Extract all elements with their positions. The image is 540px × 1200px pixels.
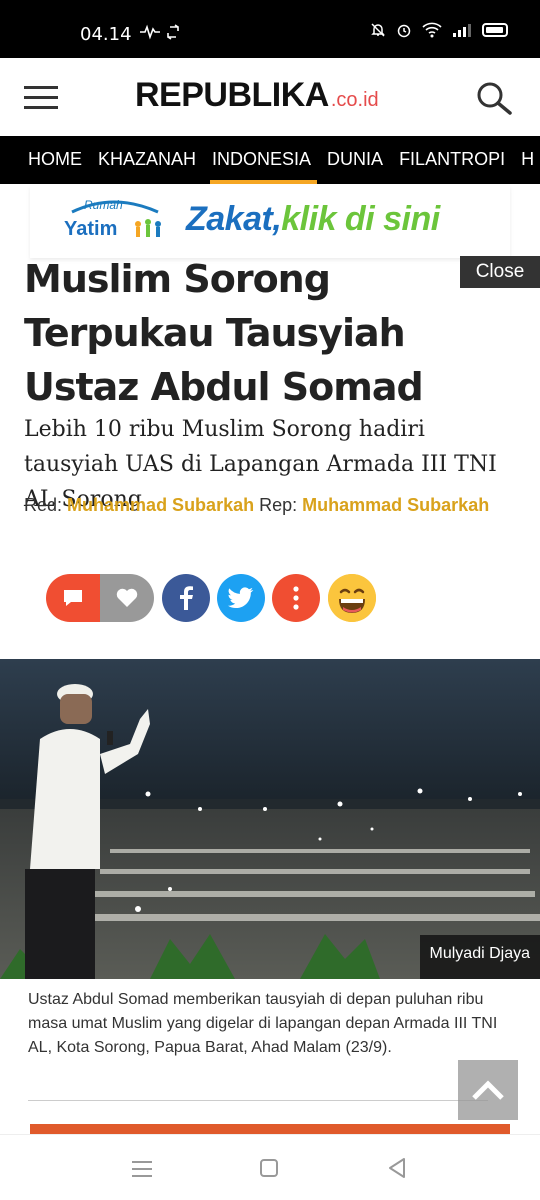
divider [28,1100,488,1101]
scroll-to-top-button[interactable] [458,1060,518,1120]
home-icon[interactable] [260,1159,278,1177]
photo-caption: Ustaz Abdul Somad memberikan tausyiah di… [28,991,498,1056]
bell-off-icon [371,23,385,37]
ad-banner[interactable]: Rumah Yatim Zakat,klik di sini [30,186,510,258]
twitter-icon [228,587,254,609]
article-title: Muslim Sorong Terpukau Tausyiah Ustaz Ab… [24,257,424,409]
recent-apps-icon[interactable] [132,1161,152,1182]
ad-text: Zakat,klik di sini [186,200,440,239]
emoji-icon [328,574,376,622]
rep-name[interactable]: Muhammad Subarkah [302,495,489,515]
nav-item-khazanah[interactable]: KHAZANAH [90,136,204,184]
heart-icon [116,588,138,607]
reaction-button[interactable] [328,574,376,622]
status-time: 04.14 [80,24,132,45]
status-bar: 04.14 [0,0,540,58]
ad-text-zakat: Zakat, [186,200,282,238]
comment-button[interactable] [46,574,100,622]
ad-logo-main: Yatim [64,218,118,240]
nav-item-home[interactable]: HOME [0,136,90,184]
twitter-share-button[interactable] [217,574,265,622]
more-share-button[interactable] [272,574,320,622]
photo-image [0,659,540,979]
logo-tld: .co.id [330,89,379,111]
ad-logo: Rumah Yatim [62,194,166,250]
facebook-share-button[interactable] [162,574,210,622]
back-icon[interactable] [386,1157,408,1179]
photo-credit: Mulyadi Djaya [419,935,540,979]
ad-logo-top: Rumah [84,198,123,212]
alarm-icon [397,24,411,38]
system-nav-bar [0,1134,540,1200]
more-icon [293,586,299,610]
comment-icon [64,590,82,606]
article-photo[interactable]: Mulyadi Djaya [0,659,540,979]
signal-icon [453,24,471,37]
facebook-icon [180,586,193,610]
search-icon[interactable] [474,80,514,116]
battery-icon [482,23,508,37]
like-button[interactable] [100,574,154,622]
rep-label: Rep: [259,495,298,515]
nav-item-dunia[interactable]: DUNIA [319,136,391,184]
site-header: REPUBLIKA .co.id [0,58,540,136]
status-icons [370,22,508,38]
red-name[interactable]: Muhammad Subarkah [67,495,254,515]
ad-text-cta: klik di sini [281,200,440,238]
bottom-ad-strip[interactable] [30,1124,510,1134]
category-nav: HOME KHAZANAH INDONESIA DUNIA FILANTROPI H [0,136,540,184]
wifi-icon [422,22,442,38]
logo-text: REPUBLIKA [135,76,329,114]
activity-icon [140,24,186,45]
nav-item-more[interactable]: H [513,136,540,184]
byline: Red: Muhammad Subarkah Rep: Muhammad Sub… [24,490,524,520]
menu-icon[interactable] [24,86,58,110]
site-logo[interactable]: REPUBLIKA .co.id [135,76,379,115]
nav-item-indonesia[interactable]: INDONESIA [204,136,319,184]
ad-close-button[interactable]: Close [460,256,540,288]
arrow-up-icon [472,1080,504,1100]
red-label: Red: [24,495,63,515]
nav-item-filantropi[interactable]: FILANTROPI [391,136,513,184]
